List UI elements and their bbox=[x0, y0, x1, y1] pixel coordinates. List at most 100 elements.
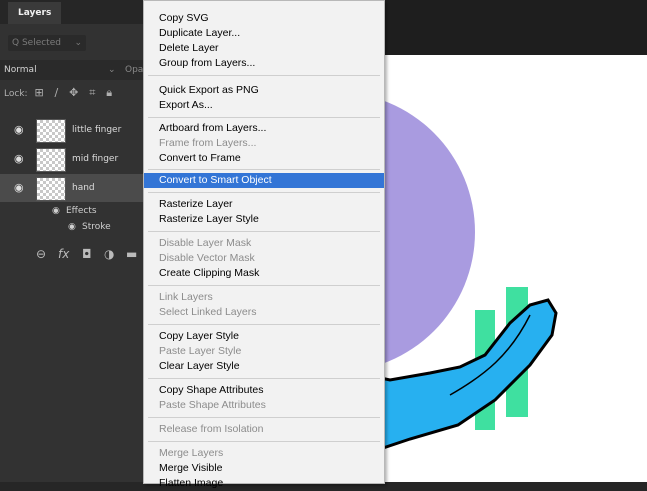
fx-icon[interactable]: fx bbox=[58, 242, 69, 266]
menu-separator bbox=[148, 378, 380, 379]
menu-item-select-linked-layers: Select Linked Layers bbox=[144, 305, 384, 320]
layer-thumbnail bbox=[36, 148, 66, 172]
menu-item-clear-layer-style[interactable]: Clear Layer Style bbox=[144, 359, 384, 374]
menu-separator bbox=[148, 231, 380, 232]
menu-item-label: Copy Shape Attributes bbox=[159, 384, 264, 396]
menu-item-label: Create Clipping Mask bbox=[159, 267, 260, 279]
menu-item-label: Clear Layer Style bbox=[159, 360, 240, 372]
menu-separator bbox=[148, 285, 380, 286]
menu-item-label: Select Linked Layers bbox=[159, 306, 257, 318]
eye-icon[interactable]: ◉ bbox=[52, 203, 60, 219]
menu-item-label: Paste Shape Attributes bbox=[159, 399, 266, 411]
layers-bottom-toolbar: ⊖ fx ◘ ◑ ▬ bbox=[0, 242, 146, 266]
menu-item-paste-layer-style: Paste Layer Style bbox=[144, 344, 384, 359]
stroke-row[interactable]: ◉ Stroke bbox=[0, 219, 146, 235]
eye-icon[interactable]: ◉ bbox=[14, 145, 24, 173]
lock-artboard-icon[interactable]: ⌗ bbox=[89, 86, 95, 99]
menu-item-flatten-image[interactable]: Flatten Image bbox=[144, 476, 384, 491]
menu-separator bbox=[148, 75, 380, 76]
layer-filter-select[interactable]: Q Selected ⌄ bbox=[8, 35, 86, 51]
layer-name: little finger bbox=[72, 125, 122, 135]
menu-item-link-layers: Link Layers bbox=[144, 290, 384, 305]
menu-item-label: Export As... bbox=[159, 99, 213, 111]
chevron-down-icon: ⌄ bbox=[74, 38, 82, 48]
menu-item-rasterize-layer-style[interactable]: Rasterize Layer Style bbox=[144, 212, 384, 227]
menu-item-label: Convert to Smart Object bbox=[159, 174, 272, 186]
menu-item-label: Merge Layers bbox=[159, 447, 224, 459]
menu-item-label: Disable Layer Mask bbox=[159, 237, 252, 249]
menu-item-frame-from-layers: Frame from Layers... bbox=[144, 136, 384, 151]
menu-item-label: Rasterize Layer bbox=[159, 198, 233, 210]
eye-icon[interactable]: ◉ bbox=[14, 116, 24, 144]
lock-all-icon[interactable]: 🔒︎ bbox=[106, 86, 112, 99]
menu-item-label: Merge Visible bbox=[159, 462, 223, 474]
layer-row[interactable]: ◉ little finger bbox=[0, 116, 146, 144]
menu-item-rasterize-layer[interactable]: Rasterize Layer bbox=[144, 197, 384, 212]
menu-separator bbox=[148, 417, 380, 418]
menu-item-copy-shape-attributes[interactable]: Copy Shape Attributes bbox=[144, 383, 384, 398]
lock-paint-icon[interactable]: ∕ bbox=[55, 86, 59, 99]
menu-item-release-from-isolation: Release from Isolation bbox=[144, 422, 384, 437]
effects-label: Effects bbox=[66, 206, 97, 216]
menu-item-disable-vector-mask: Disable Vector Mask bbox=[144, 251, 384, 266]
menu-item-copy-layer-style[interactable]: Copy Layer Style bbox=[144, 329, 384, 344]
menu-item-artboard-from-layers[interactable]: Artboard from Layers... bbox=[144, 121, 384, 136]
chevron-down-icon: ⌄ bbox=[108, 65, 116, 75]
menu-item-quick-export-png[interactable]: Quick Export as PNG bbox=[144, 83, 384, 98]
menu-item-group-from-layers[interactable]: Group from Layers... bbox=[144, 56, 384, 71]
menu-item-copy-svg[interactable]: Copy SVG bbox=[144, 11, 384, 26]
menu-item-merge-visible[interactable]: Merge Visible bbox=[144, 461, 384, 476]
eye-icon[interactable]: ◉ bbox=[14, 174, 24, 202]
mask-icon[interactable]: ◘ bbox=[82, 242, 92, 266]
effects-row[interactable]: ◉ Effects bbox=[0, 203, 146, 219]
layer-row-selected[interactable]: ◉ hand bbox=[0, 174, 146, 202]
menu-item-label: Paste Layer Style bbox=[159, 345, 242, 357]
menu-item-merge-layers: Merge Layers bbox=[144, 446, 384, 461]
blend-mode-row[interactable]: Normal ⌄ Opa bbox=[0, 60, 146, 80]
menu-item-label: Artboard from Layers... bbox=[159, 122, 267, 134]
menu-item-create-clipping-mask[interactable]: Create Clipping Mask bbox=[144, 266, 384, 281]
menu-separator bbox=[148, 192, 380, 193]
menu-item-delete-layer[interactable]: Delete Layer bbox=[144, 41, 384, 56]
menu-item-label: Delete Layer bbox=[159, 42, 219, 54]
eye-icon[interactable]: ◉ bbox=[68, 219, 76, 235]
menu-item-convert-to-frame[interactable]: Convert to Frame bbox=[144, 151, 384, 166]
layer-name: mid finger bbox=[72, 154, 119, 164]
menu-separator bbox=[148, 324, 380, 325]
lock-transparent-icon[interactable]: ⊞ bbox=[34, 86, 43, 99]
menu-item-label: Group from Layers... bbox=[159, 57, 256, 69]
layers-panel: Layers Q Selected ⌄ Normal ⌄ Opa Lock: ⊞… bbox=[0, 0, 146, 482]
layer-thumbnail bbox=[36, 177, 66, 201]
layer-context-menu: Copy SVG Duplicate Layer... Delete Layer… bbox=[143, 0, 385, 489]
menu-item-convert-to-smart-object[interactable]: Convert to Smart Object bbox=[144, 173, 384, 188]
menu-item-label: Quick Export as PNG bbox=[159, 84, 259, 96]
lock-row: Lock: ⊞ ∕ ✥ ⌗ 🔒︎ bbox=[4, 84, 120, 102]
menu-item-label: Copy SVG bbox=[159, 12, 209, 24]
opacity-label: Opa bbox=[125, 65, 144, 75]
folder-icon[interactable]: ▬ bbox=[126, 242, 137, 266]
menu-separator bbox=[148, 441, 380, 442]
menu-item-label: Copy Layer Style bbox=[159, 330, 239, 342]
link-icon[interactable]: ⊖ bbox=[36, 242, 46, 266]
layer-thumbnail bbox=[36, 119, 66, 143]
menu-item-label: Link Layers bbox=[159, 291, 213, 303]
menu-item-label: Disable Vector Mask bbox=[159, 252, 255, 264]
menu-item-label: Convert to Frame bbox=[159, 152, 241, 164]
layer-name: hand bbox=[72, 183, 95, 193]
menu-item-disable-layer-mask: Disable Layer Mask bbox=[144, 236, 384, 251]
menu-item-export-as[interactable]: Export As... bbox=[144, 98, 384, 113]
menu-item-paste-shape-attributes: Paste Shape Attributes bbox=[144, 398, 384, 413]
menu-item-duplicate-layer[interactable]: Duplicate Layer... bbox=[144, 26, 384, 41]
menu-item-label: Rasterize Layer Style bbox=[159, 213, 259, 225]
tab-layers[interactable]: Layers bbox=[8, 2, 62, 24]
lock-label: Lock: bbox=[4, 89, 28, 99]
menu-item-label: Flatten Image bbox=[159, 477, 224, 489]
menu-separator bbox=[148, 117, 380, 118]
menu-item-label: Duplicate Layer... bbox=[159, 27, 241, 39]
layer-row[interactable]: ◉ mid finger bbox=[0, 145, 146, 173]
lock-move-icon[interactable]: ✥ bbox=[69, 86, 78, 99]
menu-item-label: Frame from Layers... bbox=[159, 137, 257, 149]
menu-item-label: Release from Isolation bbox=[159, 423, 264, 435]
layer-filter-label: Q Selected bbox=[12, 38, 61, 48]
adjustment-icon[interactable]: ◑ bbox=[104, 242, 114, 266]
